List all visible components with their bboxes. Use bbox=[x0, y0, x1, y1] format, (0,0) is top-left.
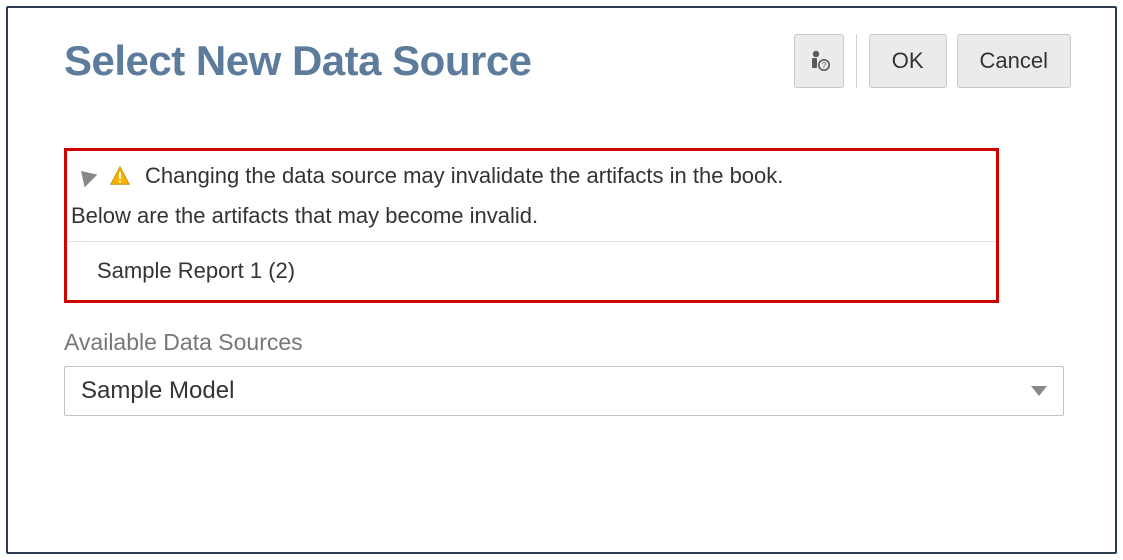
select-new-data-source-dialog: Select New Data Source ? OK Cancel bbox=[6, 6, 1117, 554]
chevron-down-icon bbox=[1031, 386, 1047, 396]
cancel-button[interactable]: Cancel bbox=[957, 34, 1071, 88]
warning-headline: Changing the data source may invalidate … bbox=[145, 163, 783, 189]
warning-subline: Below are the artifacts that may become … bbox=[67, 203, 996, 242]
dialog-title: Select New Data Source bbox=[64, 37, 532, 85]
data-source-select[interactable]: Sample Model bbox=[64, 366, 1064, 416]
warning-header-row: Changing the data source may invalidate … bbox=[67, 161, 996, 203]
dialog-button-bar: ? OK Cancel bbox=[794, 34, 1071, 88]
available-data-sources-label: Available Data Sources bbox=[64, 329, 1071, 356]
invalid-artifact-item: Sample Report 1 (2) bbox=[67, 242, 996, 292]
warning-panel: Changing the data source may invalidate … bbox=[64, 148, 999, 303]
button-separator bbox=[856, 34, 857, 88]
ok-button[interactable]: OK bbox=[869, 34, 947, 88]
warning-icon bbox=[109, 165, 131, 187]
help-person-button[interactable]: ? bbox=[794, 34, 844, 88]
dialog-header: Select New Data Source ? OK Cancel bbox=[64, 34, 1071, 88]
svg-text:?: ? bbox=[821, 61, 826, 70]
person-help-icon: ? bbox=[807, 49, 831, 73]
collapse-toggle-icon[interactable] bbox=[75, 165, 98, 188]
data-source-selected-value: Sample Model bbox=[81, 377, 234, 405]
